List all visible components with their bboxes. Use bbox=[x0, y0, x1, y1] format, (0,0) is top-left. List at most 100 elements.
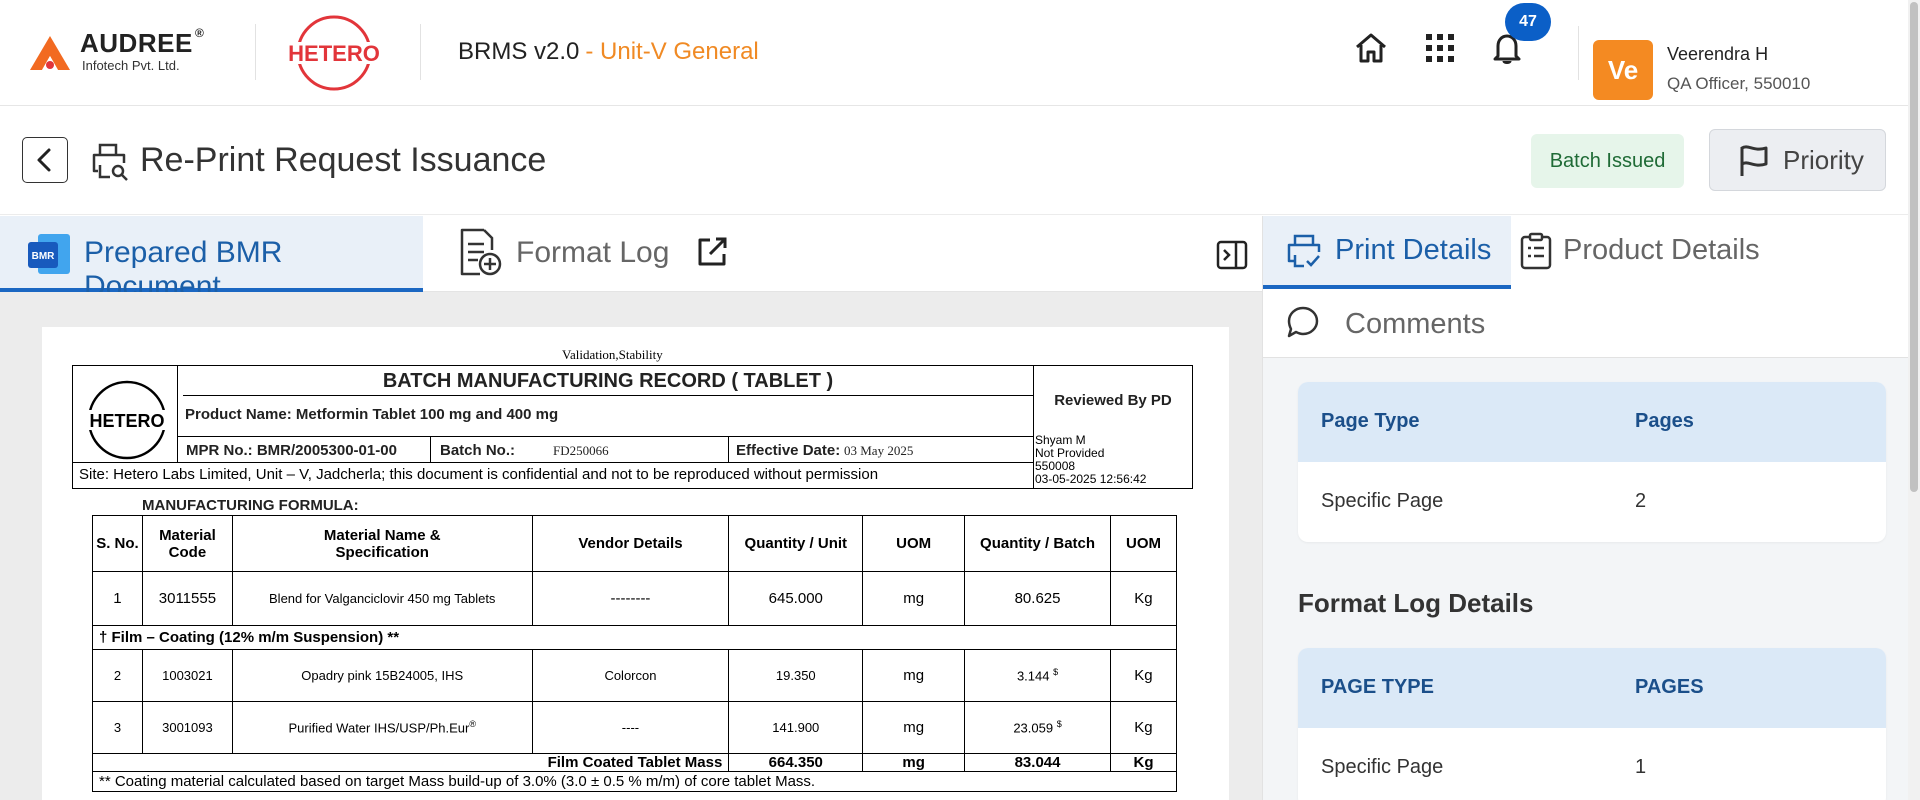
unit-name: - Unit-V General bbox=[585, 38, 759, 65]
table-cell: 3001093 bbox=[141, 701, 233, 754]
table-cell: 3.144 $ bbox=[964, 649, 1111, 702]
column-header: Material Name & Specification bbox=[231, 515, 533, 572]
manufacturing-formula-table: S. No. Material Code Material Name & Speci… bbox=[91, 515, 1178, 792]
mpr-number: MPR No.: BMR/2005300-01-00 bbox=[186, 442, 397, 459]
document-top-note: Validation,Stability bbox=[562, 347, 663, 362]
table-line bbox=[1033, 436, 1034, 488]
printer-check-icon bbox=[1287, 234, 1321, 268]
avatar[interactable]: Ve bbox=[1593, 40, 1653, 100]
scrollbar-thumb[interactable] bbox=[1910, 2, 1918, 492]
column-header: Quantity / Unit bbox=[728, 515, 864, 572]
header-divider bbox=[1578, 26, 1579, 80]
table-cell: 3011555 bbox=[141, 571, 233, 626]
user-name: Veerendra H bbox=[1667, 44, 1769, 64]
printer-search-icon bbox=[92, 143, 128, 181]
table-header-row: S. No. Material Code Material Name & Speci… bbox=[92, 515, 1178, 572]
table-cell: mg bbox=[862, 753, 966, 772]
manufacturing-formula-label: MANUFACTURING FORMULA: bbox=[142, 497, 359, 514]
print-details-table: Page Type Pages Specific Page 2 bbox=[1298, 382, 1886, 542]
document-tabs: BMR Prepared BMR Document Format Log bbox=[0, 216, 1262, 303]
comment-icon bbox=[1287, 306, 1319, 338]
column-header: Page Type bbox=[1321, 410, 1420, 432]
table-row: 1 3011555 Blend for Valganciclovir 450 m… bbox=[92, 571, 1178, 626]
document-viewer[interactable]: Validation,Stability HETERO BATCH MANUFA… bbox=[0, 292, 1262, 800]
format-log-details-title: Format Log Details bbox=[1298, 588, 1534, 618]
column-header: Material Code bbox=[141, 515, 233, 572]
column-header: UOM bbox=[1109, 515, 1178, 572]
coating-note: ** Coating material calculated based on … bbox=[92, 771, 1177, 792]
table-cell: Purified Water IHS/USP/Ph.Eur® bbox=[231, 701, 533, 754]
tab-comments[interactable]: Comments bbox=[1263, 290, 1920, 358]
notification-badge[interactable]: 47 bbox=[1505, 3, 1551, 41]
app-name: BRMS v2.0 bbox=[458, 38, 580, 65]
table-cell: ---- bbox=[531, 701, 730, 754]
bmr-document-page: Validation,Stability HETERO BATCH MANUFA… bbox=[42, 327, 1229, 800]
audree-subtitle: Infotech Pvt. Ltd. bbox=[82, 58, 180, 73]
table-cell: 645.000 bbox=[728, 571, 864, 626]
table-row: Specific Page 1 bbox=[1298, 728, 1886, 800]
site-disclaimer: Site: Hetero Labs Limited, Unit – V, Jad… bbox=[79, 466, 879, 483]
clipboard-list-icon bbox=[1520, 232, 1552, 270]
table-header-row: Page Type Pages bbox=[1298, 382, 1886, 462]
audree-logo[interactable]: AUDREE ® Infotech Pvt. Ltd. bbox=[30, 26, 220, 76]
external-link-icon[interactable] bbox=[694, 234, 730, 270]
collapse-panel-icon[interactable] bbox=[1215, 238, 1249, 272]
bmr-icon-text: BMR bbox=[32, 251, 56, 262]
tab-format-log[interactable]: Format Log bbox=[516, 236, 669, 270]
column-header: UOM bbox=[862, 515, 966, 572]
table-cell: -------- bbox=[531, 571, 730, 626]
page-type-value: Specific Page bbox=[1321, 490, 1444, 512]
table-cell: Opadry pink 15B24005, IHS bbox=[231, 649, 533, 702]
document-header-table: HETERO BATCH MANUFACTURING RECORD ( TABL… bbox=[72, 365, 1193, 489]
batch-number: FD250066 bbox=[553, 443, 609, 458]
table-cell: 19.350 bbox=[728, 649, 864, 702]
table-cell: 80.625 bbox=[964, 571, 1111, 626]
tab-print-details[interactable]: Print Details bbox=[1263, 216, 1511, 289]
table-section-row: † Film – Coating (12% m/m Suspension) ** bbox=[92, 625, 1177, 650]
total-label: Film Coated Tablet Mass bbox=[91, 753, 730, 772]
format-log-icon[interactable] bbox=[456, 226, 502, 278]
column-header: Quantity / Batch bbox=[964, 515, 1111, 572]
tab-print-details-label: Print Details bbox=[1335, 234, 1492, 266]
details-tabs: Print Details Product Details bbox=[1263, 216, 1920, 290]
table-cell: mg bbox=[862, 571, 966, 626]
apps-grid-icon[interactable] bbox=[1422, 30, 1458, 66]
table-row: Specific Page 2 bbox=[1298, 462, 1886, 542]
table-note-row: ** Coating material calculated based on … bbox=[92, 771, 1177, 792]
bmr-document-icon: BMR bbox=[28, 234, 70, 274]
table-row: 3 3001093 Purified Water IHS/USP/Ph.Eur®… bbox=[92, 701, 1178, 754]
document-logo-cell: HETERO bbox=[73, 366, 178, 463]
column-header: Pages bbox=[1635, 410, 1694, 432]
bmr-title: BATCH MANUFACTURING RECORD ( TABLET ) bbox=[183, 366, 1033, 396]
table-row: 2 1003021 Opadry pink 15B24005, IHS Colo… bbox=[92, 649, 1178, 702]
user-role: QA Officer, 550010 bbox=[1667, 74, 1811, 93]
table-cell: 141.900 bbox=[728, 701, 864, 754]
table-total-row: Film Coated Tablet Mass 664.350 mg 83.04… bbox=[91, 753, 1178, 772]
header-divider bbox=[255, 24, 256, 80]
hetero-document-logo-text: HETERO bbox=[89, 411, 164, 431]
tab-prepared-bmr-document[interactable]: BMR Prepared BMR Document bbox=[0, 216, 423, 303]
priority-button[interactable]: Priority bbox=[1709, 129, 1886, 191]
table-cell: 664.350 bbox=[728, 753, 864, 772]
pages-value: 1 bbox=[1635, 756, 1647, 778]
signature-block: Shyam M Not Provided 550008 03-05-2025 1… bbox=[1035, 434, 1146, 486]
flag-icon bbox=[1740, 145, 1768, 176]
table-cell: Colorcon bbox=[531, 649, 730, 702]
tab-product-details-label: Product Details bbox=[1563, 234, 1760, 266]
table-cell: mg bbox=[862, 649, 966, 702]
back-button[interactable] bbox=[22, 137, 68, 183]
app-title: BRMS v2.0- Unit-V General bbox=[458, 38, 759, 66]
page-scrollbar[interactable] bbox=[1908, 0, 1920, 800]
pages-value: 2 bbox=[1635, 490, 1647, 512]
tab-comments-label: Comments bbox=[1345, 308, 1486, 340]
priority-label: Priority bbox=[1783, 145, 1864, 175]
table-cell: Kg bbox=[1109, 701, 1178, 754]
page-title: Re-Print Request Issuance bbox=[140, 141, 547, 179]
table-cell: Kg bbox=[1109, 571, 1178, 626]
table-cell: Kg bbox=[1109, 649, 1178, 702]
table-line bbox=[430, 437, 431, 463]
hetero-logo-text: HETERO bbox=[288, 41, 380, 66]
header-divider bbox=[420, 24, 421, 80]
effective-label: Effective Date: bbox=[736, 442, 841, 459]
home-icon[interactable] bbox=[1353, 30, 1389, 66]
